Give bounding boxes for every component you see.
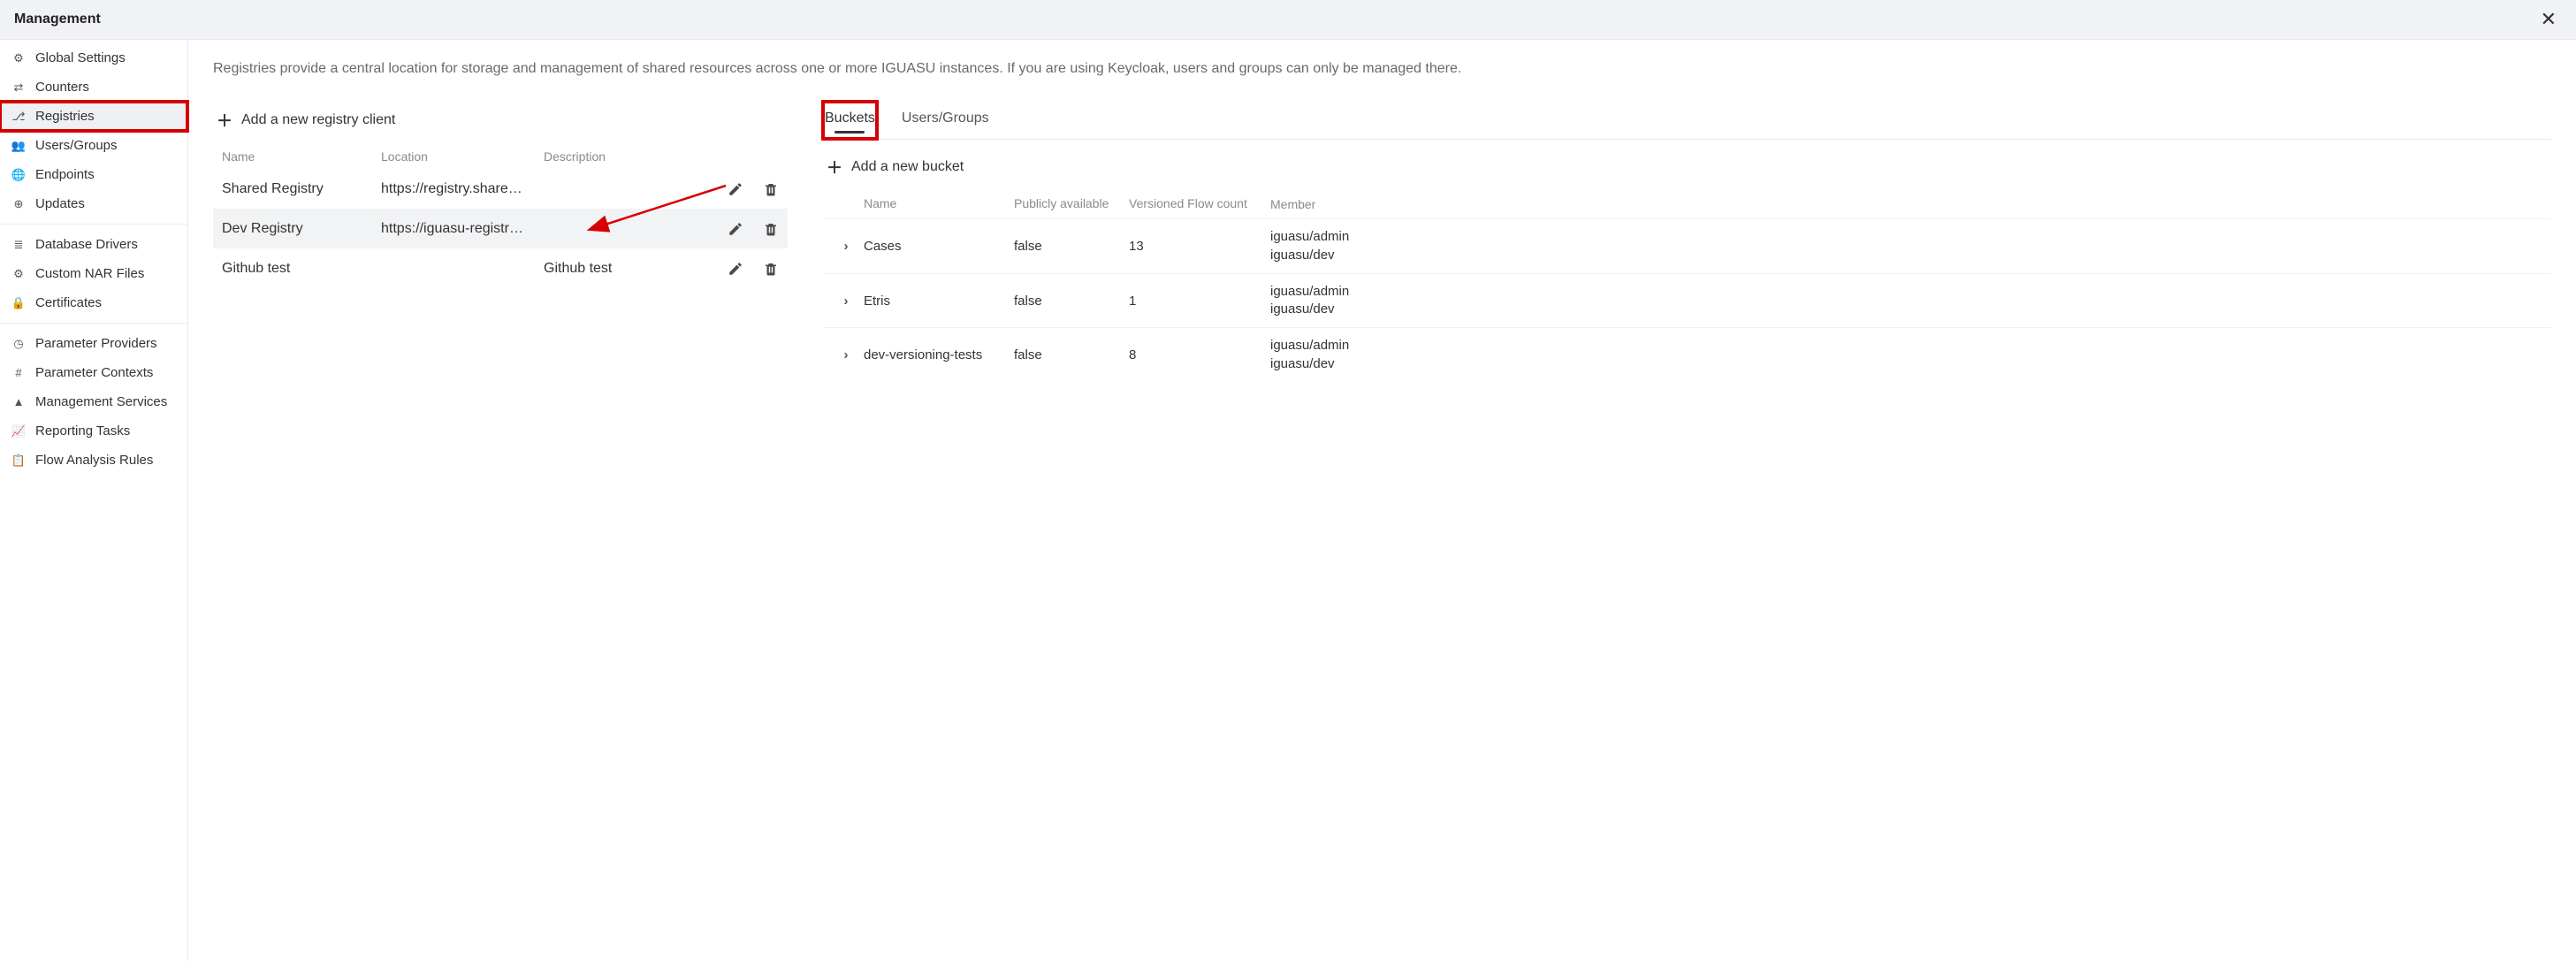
bucket-row[interactable]: › Etrisfalse1iguasu/adminiguasu/dev [823, 273, 2551, 328]
registry-location: https://registry.share… [381, 181, 540, 197]
clock-icon: ◷ [11, 337, 27, 351]
circle-plus-icon: ⊕ [11, 197, 27, 211]
registry-name: Dev Registry [222, 221, 381, 237]
registries-header: Name Location Description [213, 144, 788, 169]
bucket-flow-count: 13 [1129, 239, 1270, 254]
registry-row[interactable]: Github test Github test [213, 248, 788, 288]
add-registry-button[interactable]: ＋ Add a new registry client [213, 102, 788, 139]
bucket-name: Cases [864, 239, 1014, 254]
sidebar-item-label: Database Drivers [35, 237, 138, 252]
bucket-public: false [1014, 239, 1129, 254]
edit-button[interactable] [728, 221, 743, 237]
tabs: Buckets Users/Groups [823, 102, 2551, 140]
bucket-public: false [1014, 294, 1129, 309]
clipboard-icon: 📋 [11, 454, 27, 468]
delete-button[interactable] [763, 261, 779, 277]
expand-chevron-icon[interactable]: › [844, 347, 849, 362]
chart-icon: 📈 [11, 424, 27, 439]
db-icon: ≣ [11, 238, 27, 252]
registry-name: Shared Registry [222, 181, 381, 197]
sidebar-item-label: Flow Analysis Rules [35, 453, 153, 468]
bucket-row[interactable]: › Casesfalse13iguasu/adminiguasu/dev [823, 218, 2551, 273]
details-panel: Buckets Users/Groups ＋ Add a new bucket … [823, 102, 2551, 381]
sidebar-item-label: Certificates [35, 295, 102, 310]
sidebar-item-users-groups[interactable]: 👥 Users/Groups [0, 131, 187, 160]
sidebar-item-label: Registries [35, 109, 95, 124]
bucket-name: Etris [864, 294, 1014, 309]
add-bucket-button[interactable]: ＋ Add a new bucket [823, 149, 2551, 186]
sidebar-item-reporting-tasks[interactable]: 📈 Reporting Tasks [0, 416, 187, 446]
add-registry-label: Add a new registry client [241, 112, 395, 128]
tab-users[interactable]: Users/Groups [900, 102, 991, 139]
sidebar-item-counters[interactable]: ⇄ Counters [0, 72, 187, 102]
sidebar: ⚙ Global Settings ⇄ Counters ⎇ Registries 👥 Use… [0, 40, 188, 961]
plus-icon: ＋ [217, 109, 231, 132]
delete-button[interactable] [763, 221, 779, 237]
registry-location: https://iguasu-registr… [381, 221, 540, 237]
bucket-member: iguasu/adminiguasu/dev [1270, 283, 2546, 319]
registries-panel: ＋ Add a new registry client Name Locatio… [213, 102, 788, 381]
hash-icon: # [11, 366, 27, 379]
sidebar-item-label: Updates [35, 196, 85, 211]
bucket-row[interactable]: › dev-versioning-testsfalse8iguasu/admini… [823, 327, 2551, 382]
sidebar-item-label: Reporting Tasks [35, 423, 130, 439]
add-bucket-label: Add a new bucket [851, 159, 964, 175]
sidebar-item-global-settings[interactable]: ⚙ Global Settings [0, 43, 187, 72]
sidebar-item-label: Endpoints [35, 167, 95, 182]
sidebar-item-registries[interactable]: ⎇ Registries [0, 102, 187, 131]
sidebar-item-flow-analysis-rules[interactable]: 📋 Flow Analysis Rules [0, 446, 187, 475]
sidebar-item-label: Custom NAR Files [35, 266, 144, 281]
sidebar-item-custom-nar-files[interactable]: ⚙ Custom NAR Files [0, 259, 187, 288]
sidebar-item-label: Counters [35, 80, 89, 95]
intro-text: Registries provide a central location fo… [213, 59, 2551, 79]
arrows-icon: ⇄ [11, 80, 27, 95]
sidebar-item-database-drivers[interactable]: ≣ Database Drivers [0, 230, 187, 259]
bucket-member: iguasu/adminiguasu/dev [1270, 337, 2546, 373]
registry-name: Github test [222, 261, 381, 277]
sidebar-item-label: Users/Groups [35, 138, 118, 153]
registry-row[interactable]: Shared Registryhttps://registry.share… [213, 169, 788, 209]
sidebar-item-label: Management Services [35, 394, 167, 409]
bucket-public: false [1014, 347, 1129, 362]
lock-icon: 🔒 [11, 296, 27, 310]
users-icon: 👥 [11, 139, 27, 153]
bucket-name: dev-versioning-tests [864, 347, 1014, 362]
sidebar-item-label: Parameter Providers [35, 336, 157, 351]
sidebar-item-updates[interactable]: ⊕ Updates [0, 189, 187, 218]
edit-button[interactable] [728, 181, 743, 197]
delete-button[interactable] [763, 181, 779, 197]
bucket-member: iguasu/adminiguasu/dev [1270, 228, 2546, 264]
expand-chevron-icon[interactable]: › [844, 239, 849, 254]
sidebar-item-certificates[interactable]: 🔒 Certificates [0, 288, 187, 317]
tab-buckets[interactable]: Buckets [823, 102, 877, 139]
topbar: Management ✕ [0, 0, 2576, 40]
edit-button[interactable] [728, 261, 743, 277]
expand-chevron-icon[interactable]: › [844, 294, 849, 309]
page-title: Management [14, 11, 101, 27]
bucket-flow-count: 8 [1129, 347, 1270, 362]
sliders-icon: ⚙ [11, 51, 27, 65]
sidebar-item-endpoints[interactable]: 🌐 Endpoints [0, 160, 187, 189]
branch-icon: ⎇ [11, 110, 27, 124]
registry-description: Github test [540, 261, 699, 277]
puzzle-icon: ⚙ [11, 267, 27, 281]
buckets-header: Name Publicly available Versioned Flow c… [823, 191, 2551, 218]
sidebar-item-management-services[interactable]: ▲ Management Services [0, 387, 187, 416]
plus-icon: ＋ [827, 156, 841, 179]
sidebar-item-label: Parameter Contexts [35, 365, 153, 380]
tray-icon: ▲ [11, 395, 27, 408]
registry-row[interactable]: Dev Registryhttps://iguasu-registr… [213, 209, 788, 248]
sidebar-item-label: Global Settings [35, 50, 126, 65]
sidebar-item-parameter-providers[interactable]: ◷ Parameter Providers [0, 329, 187, 358]
bucket-flow-count: 1 [1129, 294, 1270, 309]
close-button[interactable]: ✕ [2535, 8, 2562, 31]
globe-icon: 🌐 [11, 168, 27, 182]
sidebar-item-parameter-contexts[interactable]: # Parameter Contexts [0, 358, 187, 387]
